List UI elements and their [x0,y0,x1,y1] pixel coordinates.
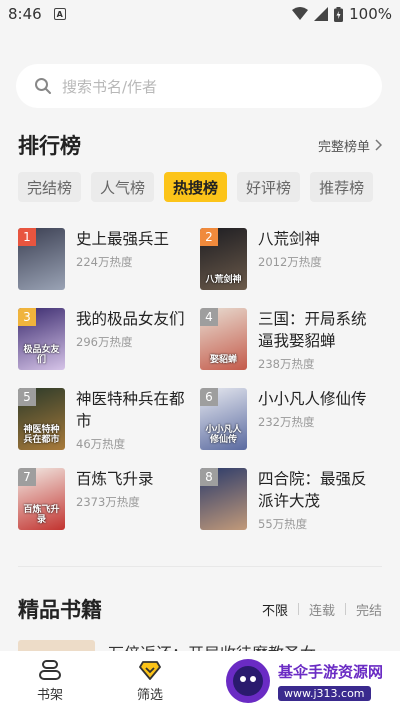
status-time: 8:46 [8,5,42,23]
book-cover[interactable]: 1 [18,228,65,290]
book-title[interactable]: 四合院：最强反派许大茂 [258,468,378,512]
ranking-tabs: 完结榜 人气榜 热搜榜 好评榜 推荐榜 [18,172,374,202]
ranking-header: 排行榜 完整榜单 [18,130,382,160]
premium-title: 精品书籍 [18,598,102,622]
book-info: 史上最强兵王 224万热度 [76,228,196,290]
book-heat: 296万热度 [76,335,133,349]
book-heat: 55万热度 [258,517,308,531]
ranking-item[interactable]: 8 四合院：最强反派许大茂 55万热度 [200,468,382,531]
ranking-list: 1 史上最强兵王 224万热度 2 八荒剑神 八荒剑神 2012万热度 3 极品女友们 我的极品女… [18,228,382,531]
filter-separator [297,603,299,615]
book-info: 三国：开局系统逼我娶貂蝉 238万热度 [258,308,378,371]
premium-filters: 不限 连载 完结 [262,600,382,619]
cover-title-art: 神医特种兵在都市 [23,425,60,445]
signal-icon [314,7,329,21]
cover-title-art: 极品女友们 [23,345,60,365]
rank-badge: 5 [18,388,36,406]
ranking-item[interactable]: 7 百炼飞升录 百炼飞升录 2373万热度 [18,468,200,530]
wifi-icon [292,7,309,20]
book-cover[interactable]: 4 娶貂蝉 [200,308,247,370]
rank-badge: 4 [200,308,218,326]
status-bar: 8:46 A 100% [0,0,400,28]
nav-filter[interactable]: 筛选 [100,660,200,703]
tab-popular[interactable]: 人气榜 [91,172,155,202]
full-ranking-label: 完整榜单 [317,139,370,155]
book-title[interactable]: 八荒剑神 [258,228,378,250]
book-heat: 2373万热度 [76,495,140,509]
chevron-right-icon [375,139,382,151]
tab-recommended[interactable]: 推荐榜 [310,172,374,202]
filter-diamond-icon [139,660,161,680]
search-icon [35,78,51,94]
search-placeholder: 搜索书名/作者 [62,77,158,96]
cover-title-art: 娶貂蝉 [209,355,237,365]
book-heat: 232万热度 [258,415,315,429]
battery-icon [334,6,344,22]
cover-title-art: 八荒剑神 [205,275,242,285]
rank-badge: 2 [200,228,218,246]
book-title[interactable]: 我的极品女友们 [76,308,196,330]
book-info: 小小凡人修仙传 232万热度 [258,388,378,450]
book-info: 我的极品女友们 296万热度 [76,308,196,370]
rank-badge: 8 [200,468,218,486]
notification-icon: A [53,8,66,20]
rank-badge: 1 [18,228,36,246]
book-cover[interactable]: 3 极品女友们 [18,308,65,370]
book-info: 神医特种兵在都市 46万热度 [76,388,196,451]
rank-badge: 7 [18,468,36,486]
book-title[interactable]: 神医特种兵在都市 [76,388,196,432]
status-indicators: 100% [292,5,392,23]
book-cover[interactable]: 2 八荒剑神 [200,228,247,290]
book-cover[interactable]: 7 百炼飞升录 [18,468,65,530]
book-title[interactable]: 三国：开局系统逼我娶貂蝉 [258,308,378,352]
watermark-url: www.j313.com [278,686,371,701]
book-title[interactable]: 小小凡人修仙传 [258,388,378,410]
filter-finished[interactable]: 完结 [356,600,382,619]
book-cover[interactable]: 8 [200,468,247,530]
watermark: 基伞手游资源网 www.j313.com [224,654,396,708]
book-info: 百炼飞升录 2373万热度 [76,468,196,530]
cover-title-art: 百炼飞升录 [23,505,60,525]
battery-level: 100% [349,5,392,23]
book-info: 八荒剑神 2012万热度 [258,228,378,290]
book-heat: 46万热度 [76,437,126,451]
nav-bookshelf[interactable]: 书架 [0,659,100,703]
ranking-item[interactable]: 5 神医特种兵在都市 神医特种兵在都市 46万热度 [18,388,200,451]
book-title[interactable]: 百炼飞升录 [76,468,196,490]
rank-badge: 3 [18,308,36,326]
watermark-title: 基伞手游资源网 [278,663,384,681]
book-heat: 224万热度 [76,255,133,269]
tab-top-rated[interactable]: 好评榜 [237,172,301,202]
search-input[interactable]: 搜索书名/作者 [16,64,382,108]
nav-filter-label: 筛选 [136,687,163,703]
ranking-item[interactable]: 1 史上最强兵王 224万热度 [18,228,200,290]
cover-title-art: 小小凡人修仙传 [205,425,242,445]
ranking-item[interactable]: 4 娶貂蝉 三国：开局系统逼我娶貂蝉 238万热度 [200,308,382,371]
ranking-item[interactable]: 2 八荒剑神 八荒剑神 2012万热度 [200,228,382,290]
filter-all[interactable]: 不限 [262,600,288,619]
book-cover[interactable]: 6 小小凡人修仙传 [200,388,247,450]
book-title[interactable]: 史上最强兵王 [76,228,196,250]
section-divider [18,566,382,567]
full-ranking-link[interactable]: 完整榜单 [318,136,382,155]
filter-serializing[interactable]: 连载 [309,600,335,619]
ranking-item[interactable]: 6 小小凡人修仙传 小小凡人修仙传 232万热度 [200,388,382,450]
rank-badge: 6 [200,388,218,406]
ranking-title: 排行榜 [18,134,81,158]
watermark-logo-icon [226,659,270,703]
book-heat: 2012万热度 [258,255,322,269]
filter-separator [344,603,346,615]
book-heat: 238万热度 [258,357,315,371]
ranking-item[interactable]: 3 极品女友们 我的极品女友们 296万热度 [18,308,200,370]
book-cover[interactable]: 5 神医特种兵在都市 [18,388,65,450]
tab-hot-search[interactable]: 热搜榜 [164,172,228,202]
nav-bookshelf-label: 书架 [36,687,63,703]
premium-header: 精品书籍 不限 连载 完结 [18,594,382,624]
book-info: 四合院：最强反派许大茂 55万热度 [258,468,378,531]
bookshelf-icon [39,659,61,680]
tab-completed[interactable]: 完结榜 [18,172,82,202]
